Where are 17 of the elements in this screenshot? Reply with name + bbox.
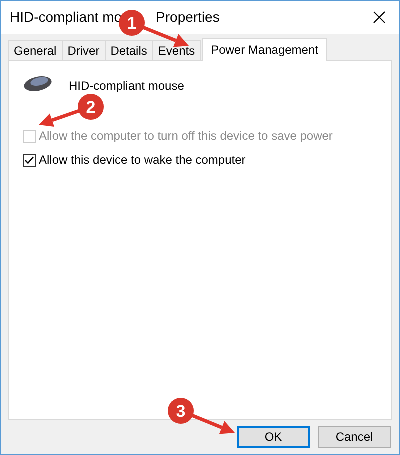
checkbox[interactable]: [23, 154, 36, 166]
ok-button[interactable]: OK: [237, 426, 310, 448]
close-icon: [372, 11, 386, 24]
step-badge: 2: [78, 94, 104, 120]
checkbox-label: Allow the computer to turn off this device to save power: [39, 128, 333, 145]
step-badge: 3: [168, 398, 194, 424]
pointer-arrow: [39, 108, 82, 128]
tab[interactable]: Events: [152, 40, 202, 60]
window-title: Properties: [156, 8, 220, 27]
pointer-arrow: [190, 413, 235, 434]
checkbox-label: Allow this device to wake the computer: [39, 152, 246, 169]
tab[interactable]: Power Management: [202, 38, 328, 61]
tab[interactable]: General: [8, 40, 63, 60]
pointer-arrow: [140, 25, 189, 48]
device-name: HID-compliant mouse: [69, 78, 184, 95]
cancel-button[interactable]: Cancel: [318, 426, 391, 448]
mouse-icon: [23, 75, 53, 93]
